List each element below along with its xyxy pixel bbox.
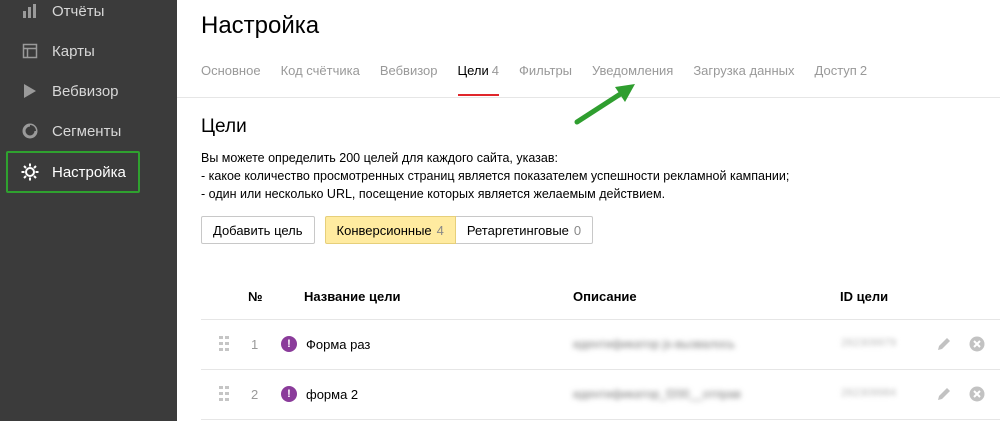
tab-count: 4 (491, 63, 499, 78)
tab-label: Цели (457, 63, 489, 78)
filter-label: Конверсионные (336, 222, 432, 238)
tab-data-upload[interactable]: Загрузка данных (693, 63, 794, 97)
sidebar-item-label: Карты (52, 42, 95, 60)
gear-icon (21, 163, 39, 181)
tab-label: Загрузка данных (693, 63, 795, 78)
annotation-arrow-icon (574, 84, 635, 125)
tab-counter-code[interactable]: Код счётчика (281, 63, 360, 97)
goal-description: идентификатор js-вызвалось (573, 337, 735, 351)
tab-goals[interactable]: Цели 4 (457, 63, 499, 97)
drag-handle-icon[interactable] (219, 336, 229, 352)
tab-access[interactable]: Доступ 2 (815, 63, 868, 97)
goals-description: Вы можете определить 200 целей для каждо… (201, 149, 789, 203)
sidebar-item-label: Вебвизор (52, 82, 119, 100)
goal-name: Форма раз (306, 337, 371, 352)
play-icon (21, 82, 39, 100)
segments-icon (21, 122, 39, 140)
column-header-num: № (248, 289, 263, 304)
map-icon (21, 42, 39, 60)
tab-main[interactable]: Основное (201, 63, 261, 97)
sidebar-item-label: Отчёты (52, 2, 105, 20)
description-line: - один или несколько URL, посещение кото… (201, 187, 666, 201)
sidebar-item-maps[interactable]: Карты (0, 31, 177, 71)
sidebar-item-label: Настройка (52, 163, 126, 181)
description-line: - какое количество просмотренных страниц… (201, 169, 790, 183)
goal-id: 262309984 (841, 387, 897, 399)
section-title: Цели (201, 116, 247, 137)
edit-pencil-icon[interactable] (935, 385, 953, 403)
column-header-name: Название цели (304, 289, 401, 304)
column-header-description: Описание (573, 289, 637, 304)
tab-count: 2 (859, 63, 868, 78)
filter-retargeting-button[interactable]: Ретаргетинговые 0 (455, 216, 594, 244)
add-goal-button[interactable]: Добавить цель (201, 216, 315, 244)
page-title: Настройка (201, 12, 320, 39)
delete-icon[interactable] (968, 385, 986, 403)
main-content: Настройка Основное Код счётчика Вебвизор… (177, 0, 1000, 421)
delete-icon[interactable] (968, 335, 986, 353)
tab-bar: Основное Код счётчика Вебвизор Цели 4 Фил… (201, 63, 887, 97)
table-row: 2 ! форма 2 идентификатор_f200__отправ 2… (201, 370, 1000, 420)
sidebar-item-settings[interactable]: Настройка (0, 152, 177, 192)
column-header-id: ID цели (840, 289, 889, 304)
sidebar-item-webvisor[interactable]: Вебвизор (0, 71, 177, 111)
goal-name: форма 2 (306, 387, 359, 402)
edit-pencil-icon[interactable] (935, 335, 953, 353)
goal-number: 2 (251, 387, 259, 402)
goal-description: идентификатор_f200__отправ (573, 387, 741, 401)
filter-conversion-button[interactable]: Конверсионные 4 (324, 216, 456, 244)
sidebar-item-label: Сегменты (52, 122, 122, 140)
tab-label: Вебвизор (379, 63, 438, 78)
filter-label: Ретаргетинговые (466, 222, 569, 238)
warning-icon: ! (281, 336, 297, 352)
goals-table: № Название цели Описание ID цели 1 ! Фор… (201, 270, 1000, 420)
bar-chart-icon (21, 2, 39, 20)
tab-filters[interactable]: Фильтры (519, 63, 572, 97)
sidebar-item-reports[interactable]: Отчёты (0, 0, 177, 31)
table-header: № Название цели Описание ID цели (201, 270, 1000, 320)
filter-count: 0 (573, 222, 582, 238)
description-line: Вы можете определить 200 целей для каждо… (201, 151, 558, 165)
tab-webvisor[interactable]: Вебвизор (380, 63, 438, 97)
goals-toolbar: Добавить цель Конверсионные 4 Ретаргетинг… (201, 216, 594, 244)
tab-label: Доступ (814, 63, 857, 78)
tab-label: Уведомления (592, 63, 674, 78)
goal-number: 1 (251, 337, 259, 352)
table-row: 1 ! Форма раз идентификатор js-вызвалось… (201, 320, 1000, 370)
sidebar: Отчёты Карты Вебвизор Сегменты Настройка (0, 0, 177, 421)
warning-icon: ! (281, 386, 297, 402)
tab-label: Основное (201, 63, 261, 78)
drag-handle-icon[interactable] (219, 386, 229, 402)
filter-count: 4 (436, 222, 444, 238)
goal-id: 262309979 (841, 337, 897, 349)
tab-label: Код счётчика (280, 63, 360, 78)
tab-label: Фильтры (519, 63, 573, 78)
goal-type-filter: Конверсионные 4 Ретаргетинговые 0 (324, 216, 594, 244)
sidebar-item-segments[interactable]: Сегменты (0, 111, 177, 151)
